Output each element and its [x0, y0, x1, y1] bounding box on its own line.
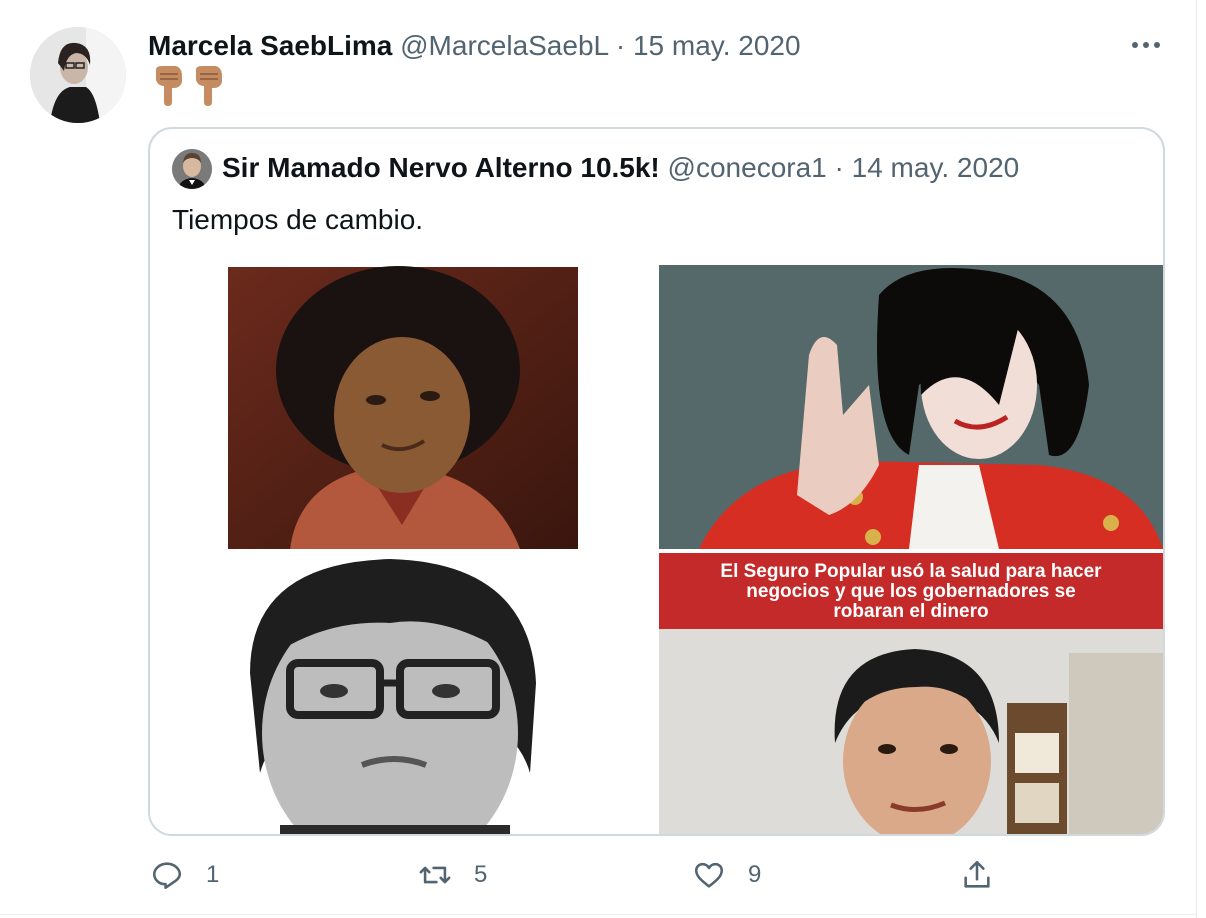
timeline-right-border [1196, 0, 1197, 918]
tweet-text [152, 66, 224, 106]
media-photo-2[interactable] [659, 265, 1163, 549]
quoted-separator: · [834, 152, 844, 183]
heart-icon [694, 862, 724, 888]
retweet-button[interactable]: 5 [418, 858, 487, 892]
photo-bw-glasses-portrait-icon [150, 553, 655, 834]
author-avatar[interactable] [30, 27, 126, 123]
retweet-count: 5 [474, 861, 488, 888]
tweet-date[interactable]: 15 may. 2020 [633, 30, 801, 61]
quoted-tweet[interactable]: Sir Mamado Nervo Alterno 10.5k! @conecor… [148, 127, 1165, 836]
video-caption-banner: El Seguro Popular usó la salud para hace… [659, 553, 1163, 629]
media-grid: El Seguro Popular usó la salud para hace… [150, 265, 1163, 834]
banner-line-1: El Seguro Popular usó la salud para hace… [720, 561, 1102, 582]
author-handle[interactable]: @MarcelaSaebL [400, 30, 608, 61]
pointing-down-emoji-icon [196, 66, 222, 106]
tweet-header: Marcela SaebLima @MarcelaSaebL · 15 may.… [148, 30, 801, 62]
tweet-bottom-divider [0, 914, 1197, 915]
author-name[interactable]: Marcela SaebLima [148, 30, 392, 61]
like-count: 9 [748, 861, 762, 888]
banner-line-3: robaran el dinero [833, 601, 989, 622]
header-separator: · [615, 30, 626, 61]
share-icon [964, 860, 990, 888]
quoted-date: 14 may. 2020 [851, 152, 1020, 183]
photo-red-jacket-waving-icon [659, 265, 1163, 549]
banner-line-2: negocios y que los gobernadores se [746, 581, 1076, 602]
pointing-down-emoji-icon [156, 66, 182, 106]
reply-button[interactable]: 1 [150, 858, 219, 892]
quoted-author-handle: @conecora1 [667, 152, 827, 183]
quoted-author-avatar[interactable] [172, 149, 212, 189]
author-avatar-image [30, 27, 126, 123]
more-options-icon[interactable] [1128, 30, 1164, 60]
reply-icon [152, 862, 182, 890]
quoted-author-name: Sir Mamado Nervo Alterno 10.5k! [222, 152, 660, 183]
reply-count: 1 [206, 861, 220, 888]
media-photo-3[interactable] [150, 553, 655, 834]
media-photo-4[interactable]: El Seguro Popular usó la salud para hace… [659, 553, 1163, 834]
quoted-header: Sir Mamado Nervo Alterno 10.5k! @conecor… [222, 151, 1019, 185]
media-photo-1[interactable] [150, 265, 655, 549]
share-button[interactable] [960, 858, 994, 892]
tweet-action-bar: 1 5 9 [0, 858, 1196, 898]
quoted-text: Tiempos de cambio. [172, 204, 424, 235]
like-button[interactable]: 9 [692, 858, 761, 892]
retweet-icon [419, 866, 451, 884]
photo-afro-boy-icon [150, 265, 655, 549]
